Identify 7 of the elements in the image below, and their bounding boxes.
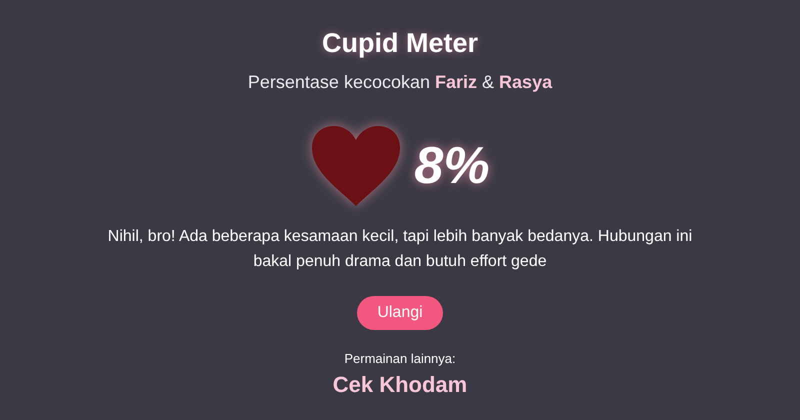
result-message: Nihil, bro! Ada beberapa kesamaan kecil, tapi lebih banyak bedanya. Hubungan ini bakal penuh drama dan butuh effort gede xyxy=(106,227,694,272)
match-percentage: 8% xyxy=(414,136,490,196)
page-title: Cupid Meter xyxy=(322,27,478,60)
heart-icon xyxy=(310,124,402,208)
game-link[interactable]: Cek Khodam xyxy=(332,372,468,398)
subtitle: Persentase kecocokan Fariz & Rasya xyxy=(248,71,552,94)
other-games-label: Permainan lainnya: xyxy=(344,350,456,368)
